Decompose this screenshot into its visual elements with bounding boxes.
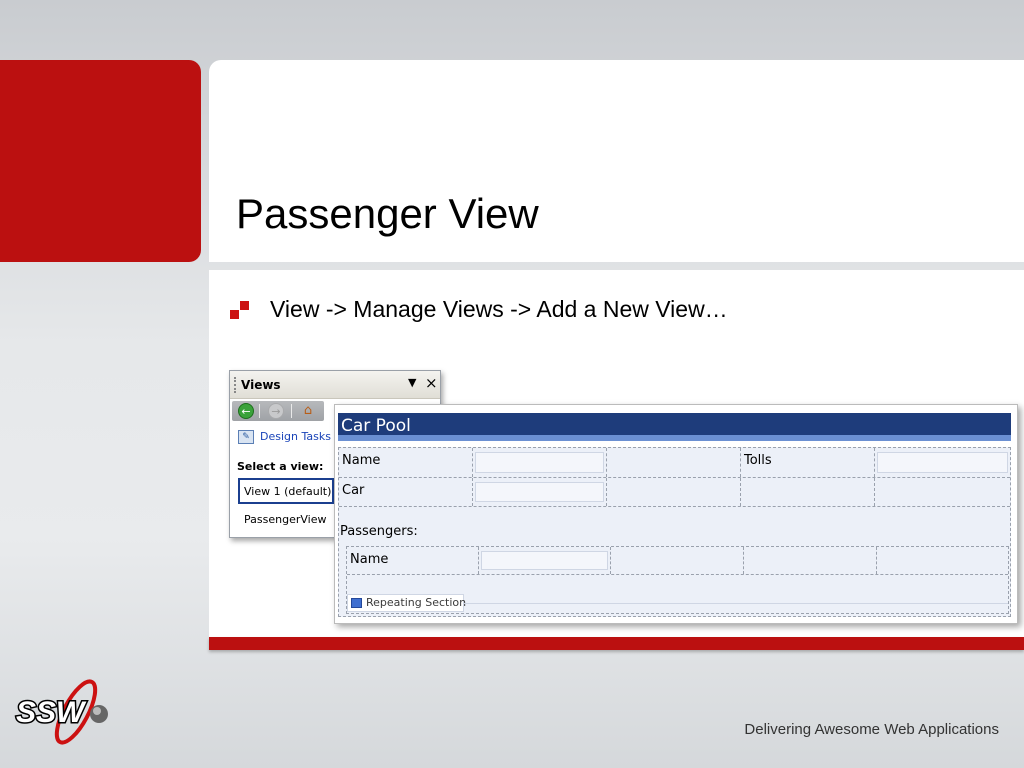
name-label: Name [342,453,381,468]
form-row-name: Name Tolls [339,448,1010,478]
close-icon[interactable]: × [425,375,438,391]
car-field[interactable] [473,478,607,506]
views-pane-toolbar: ← → ⌂ [232,401,324,421]
slide-title: Passenger View [236,190,539,237]
empty-cell [607,448,741,477]
form-body: Name Tolls Car Passengers: Name Repeatin… [338,447,1011,617]
passenger-row: Name [347,547,1008,575]
empty-cell [611,547,744,574]
passenger-name-field[interactable] [479,547,611,574]
repeating-section-divider [464,603,1008,604]
bullet-icon [230,299,252,321]
toolbar-separator [291,404,292,418]
form-row-car: Car [339,478,1010,507]
empty-cell [607,478,741,506]
empty-cell [875,478,1010,506]
red-title-tab [0,60,201,262]
form-title: Car Pool [341,416,411,436]
grip-icon[interactable] [234,377,236,393]
name-field[interactable] [473,448,607,477]
car-pool-form: Car Pool Name Tolls Car Passengers: Name… [334,404,1018,624]
repeating-section-icon [351,598,362,608]
passenger-name-label: Name [350,552,389,567]
toolbar-separator [259,404,260,418]
views-pane-title: Views [241,378,281,392]
tolls-label-cell: Tolls [741,448,875,477]
views-pane-header: Views ▼ × [230,371,440,399]
empty-cell [877,547,1008,574]
tolls-label: Tolls [744,453,772,468]
car-label-cell: Car [339,478,473,506]
design-tasks-icon: ✎ [238,430,254,444]
passenger-name-label-cell: Name [347,547,479,574]
pane-menu-dropdown-icon[interactable]: ▼ [408,376,416,389]
forward-icon[interactable]: → [268,403,284,419]
tolls-field[interactable] [875,448,1010,477]
empty-cell [741,478,875,506]
repeating-section-tag[interactable]: Repeating Section [347,594,467,612]
footer-tagline: Delivering Awesome Web Applications [744,721,999,738]
repeating-section-label: Repeating Section [366,596,467,609]
form-header: Car Pool [338,413,1011,441]
bullet-text: View -> Manage Views -> Add a New View… [270,296,728,322]
logo-text: SSW [16,696,87,729]
bottom-red-bar [209,637,1024,650]
car-input[interactable] [475,482,604,502]
passenger-name-input[interactable] [481,551,608,570]
title-panel: Passenger View [209,60,1024,262]
car-label: Car [342,483,365,498]
empty-cell [744,547,877,574]
view-item-passengerview[interactable]: PassengerView [244,513,326,526]
name-label-cell: Name [339,448,473,477]
name-input[interactable] [475,452,604,473]
select-view-label: Select a view: [237,460,324,473]
repeating-section[interactable]: Name Repeating Section [346,546,1009,614]
home-icon[interactable]: ⌂ [300,403,316,419]
tolls-input[interactable] [877,452,1008,473]
ssw-logo-icon: SSW [15,679,108,745]
view-item-view-1[interactable]: View 1 (default) [238,478,334,504]
design-tasks-label: Design Tasks [260,430,331,443]
back-icon[interactable]: ← [238,403,254,419]
passengers-label: Passengers: [340,524,418,539]
